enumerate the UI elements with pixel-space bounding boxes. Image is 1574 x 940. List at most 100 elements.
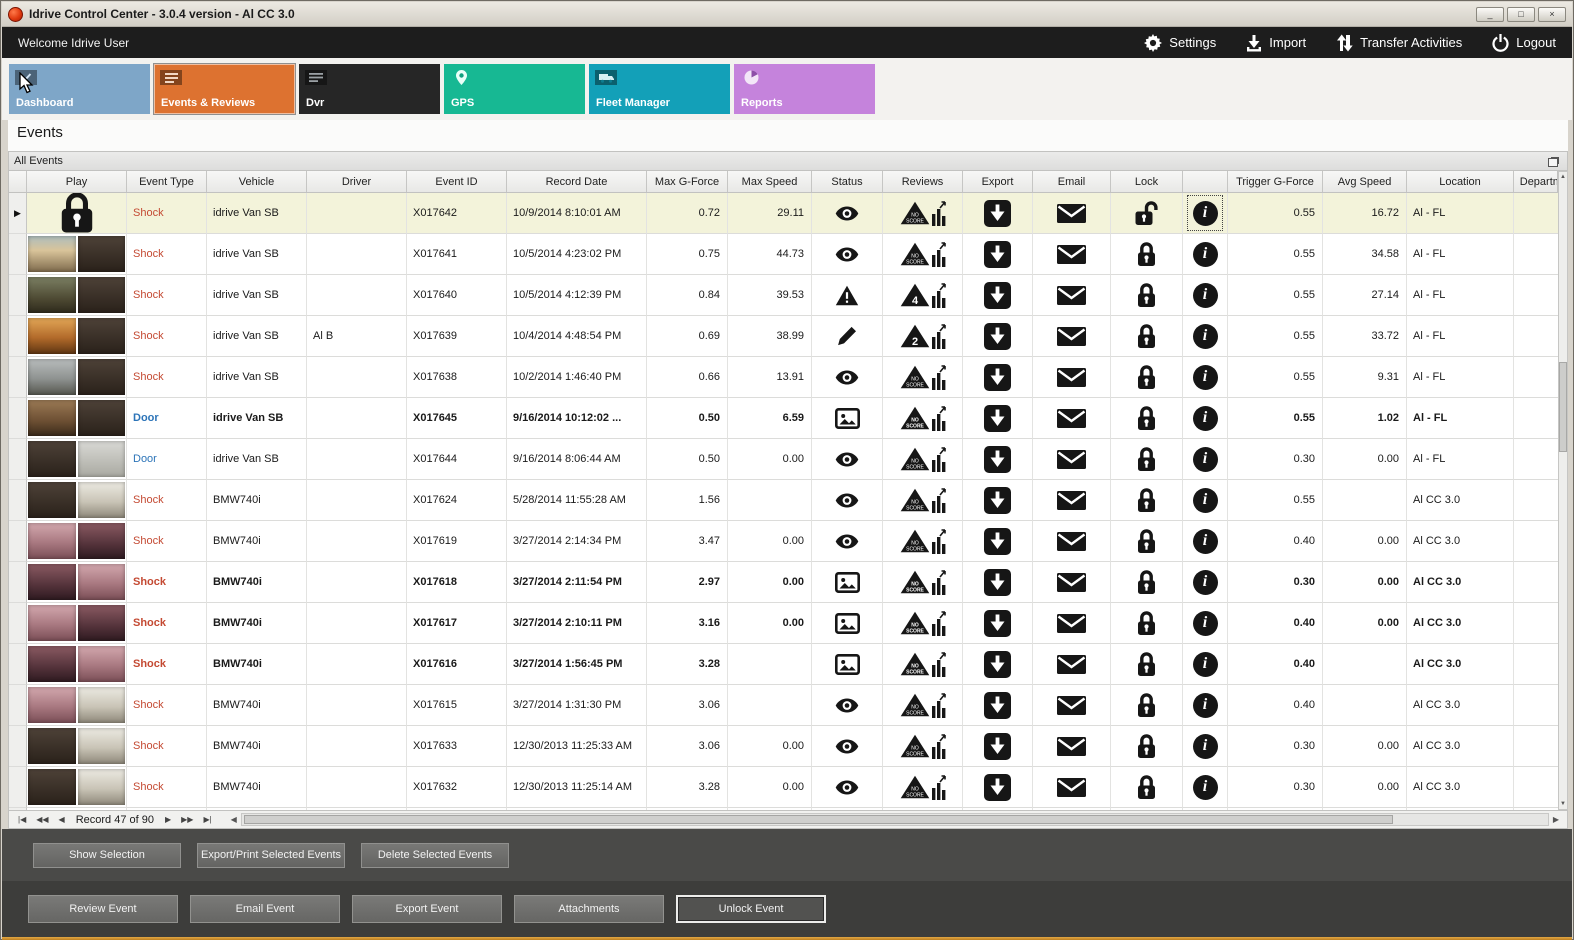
next-page-button[interactable]: ▶▶ bbox=[176, 815, 198, 824]
reviews-score-icon[interactable]: 4 bbox=[883, 275, 963, 316]
row-selector[interactable] bbox=[9, 398, 27, 439]
info-icon[interactable]: i bbox=[1183, 562, 1228, 603]
info-icon[interactable]: i bbox=[1183, 193, 1228, 234]
status-image-icon[interactable] bbox=[812, 603, 883, 644]
camera-thumbnail[interactable] bbox=[28, 564, 76, 600]
play-thumbnail[interactable] bbox=[27, 275, 127, 316]
locked-event-icon[interactable] bbox=[27, 193, 127, 234]
camera-thumbnail[interactable] bbox=[77, 441, 125, 477]
reviews-score-icon[interactable]: NO SCORE bbox=[883, 439, 963, 480]
email-icon[interactable] bbox=[1033, 439, 1111, 480]
info-icon[interactable]: i bbox=[1183, 644, 1228, 685]
camera-thumbnail[interactable] bbox=[77, 523, 125, 559]
review-event-button[interactable]: Review Event bbox=[28, 895, 178, 923]
vertical-scrollbar[interactable]: ▲ ▼ bbox=[1558, 171, 1568, 810]
table-row[interactable]: Shock BMW740i X017619 3/27/2014 2:14:34 PM 3… bbox=[9, 521, 1558, 562]
table-row[interactable]: Door idrive Van SB X017644 9/16/2014 8:06:4… bbox=[9, 439, 1558, 480]
hscrollbar-thumb[interactable] bbox=[243, 815, 1394, 824]
export-print-selected-button[interactable]: Export/Print Selected Events bbox=[197, 842, 345, 868]
maximize-button[interactable]: □ bbox=[1507, 6, 1535, 22]
play-thumbnail[interactable] bbox=[27, 562, 127, 603]
reviews-score-icon[interactable]: NO SCORE bbox=[883, 193, 963, 234]
reviews-score-icon[interactable]: NO SCORE bbox=[883, 603, 963, 644]
camera-thumbnail[interactable] bbox=[28, 236, 76, 272]
lock-icon[interactable] bbox=[1111, 275, 1183, 316]
camera-thumbnail[interactable] bbox=[28, 769, 76, 805]
camera-thumbnail[interactable] bbox=[77, 277, 125, 313]
info-icon[interactable]: i bbox=[1183, 275, 1228, 316]
email-icon[interactable] bbox=[1033, 603, 1111, 644]
lock-icon[interactable] bbox=[1111, 480, 1183, 521]
play-thumbnail[interactable] bbox=[27, 316, 127, 357]
status-eye-icon[interactable] bbox=[812, 234, 883, 275]
status-eye-icon[interactable] bbox=[812, 439, 883, 480]
row-selector[interactable] bbox=[9, 521, 27, 562]
email-icon[interactable] bbox=[1033, 357, 1111, 398]
horizontal-scrollbar[interactable]: ◀ ▶ bbox=[227, 812, 1563, 827]
unlock-icon[interactable] bbox=[1111, 193, 1183, 234]
status-eye-icon[interactable] bbox=[812, 193, 883, 234]
settings-button[interactable]: Settings bbox=[1144, 33, 1216, 52]
column-header-max-speed[interactable]: Max Speed bbox=[728, 171, 812, 192]
play-thumbnail[interactable] bbox=[27, 767, 127, 808]
reviews-score-icon[interactable]: NO SCORE bbox=[883, 726, 963, 767]
tab-fleet-manager[interactable]: Fleet Manager bbox=[589, 64, 730, 114]
scroll-right-icon[interactable]: ▶ bbox=[1549, 815, 1563, 824]
play-thumbnail[interactable] bbox=[27, 644, 127, 685]
next-record-button[interactable]: ▶ bbox=[160, 815, 176, 824]
status-eye-icon[interactable] bbox=[812, 480, 883, 521]
reviews-score-icon[interactable]: NO SCORE bbox=[883, 357, 963, 398]
table-row[interactable]: ▶ Shock idrive Van SB X017642 10/9/2014 8:10… bbox=[9, 193, 1558, 234]
lock-icon[interactable] bbox=[1111, 603, 1183, 644]
export-icon[interactable] bbox=[963, 193, 1033, 234]
email-event-button[interactable]: Email Event bbox=[190, 895, 340, 923]
restore-panel-icon[interactable] bbox=[1548, 157, 1558, 167]
row-selector[interactable] bbox=[9, 357, 27, 398]
camera-thumbnail[interactable] bbox=[77, 318, 125, 354]
export-icon[interactable] bbox=[963, 275, 1033, 316]
show-selection-button[interactable]: Show Selection bbox=[33, 842, 181, 868]
tab-dvr[interactable]: Dvr bbox=[299, 64, 440, 114]
play-thumbnail[interactable] bbox=[27, 521, 127, 562]
reviews-score-icon[interactable]: NO SCORE bbox=[883, 685, 963, 726]
camera-thumbnail[interactable] bbox=[28, 605, 76, 641]
email-icon[interactable] bbox=[1033, 193, 1111, 234]
reviews-score-icon[interactable]: NO SCORE bbox=[883, 562, 963, 603]
table-row[interactable]: Shock BMW740i X017617 3/27/2014 2:10:11 PM 3… bbox=[9, 603, 1558, 644]
status-image-icon[interactable] bbox=[812, 562, 883, 603]
tab-gps[interactable]: GPS bbox=[444, 64, 585, 114]
email-icon[interactable] bbox=[1033, 234, 1111, 275]
export-icon[interactable] bbox=[963, 316, 1033, 357]
scroll-down-icon[interactable]: ▼ bbox=[1560, 799, 1566, 809]
camera-thumbnail[interactable] bbox=[77, 769, 125, 805]
export-icon[interactable] bbox=[963, 685, 1033, 726]
attachments-button[interactable]: Attachments bbox=[514, 895, 664, 923]
reviews-score-icon[interactable]: NO SCORE bbox=[883, 398, 963, 439]
status-image-icon[interactable] bbox=[812, 644, 883, 685]
export-icon[interactable] bbox=[963, 726, 1033, 767]
status-pencil-icon[interactable] bbox=[812, 316, 883, 357]
column-header-vehicle[interactable]: Vehicle bbox=[207, 171, 307, 192]
play-thumbnail[interactable] bbox=[27, 685, 127, 726]
lock-icon[interactable] bbox=[1111, 562, 1183, 603]
row-selector[interactable] bbox=[9, 644, 27, 685]
status-eye-icon[interactable] bbox=[812, 767, 883, 808]
camera-thumbnail[interactable] bbox=[28, 482, 76, 518]
email-icon[interactable] bbox=[1033, 398, 1111, 439]
delete-selected-button[interactable]: Delete Selected Events bbox=[361, 842, 509, 868]
reviews-score-icon[interactable]: NO SCORE bbox=[883, 767, 963, 808]
email-icon[interactable] bbox=[1033, 767, 1111, 808]
camera-thumbnail[interactable] bbox=[28, 359, 76, 395]
row-selector[interactable] bbox=[9, 562, 27, 603]
reviews-score-icon[interactable]: NO SCORE bbox=[883, 521, 963, 562]
camera-thumbnail[interactable] bbox=[28, 687, 76, 723]
play-thumbnail[interactable] bbox=[27, 439, 127, 480]
hscrollbar-track[interactable] bbox=[240, 813, 1549, 826]
lock-icon[interactable] bbox=[1111, 644, 1183, 685]
camera-thumbnail[interactable] bbox=[28, 646, 76, 682]
email-icon[interactable] bbox=[1033, 685, 1111, 726]
reviews-score-icon[interactable]: NO SCORE bbox=[883, 234, 963, 275]
camera-thumbnail[interactable] bbox=[28, 523, 76, 559]
play-thumbnail[interactable] bbox=[27, 234, 127, 275]
tab-reports[interactable]: Reports bbox=[734, 64, 875, 114]
